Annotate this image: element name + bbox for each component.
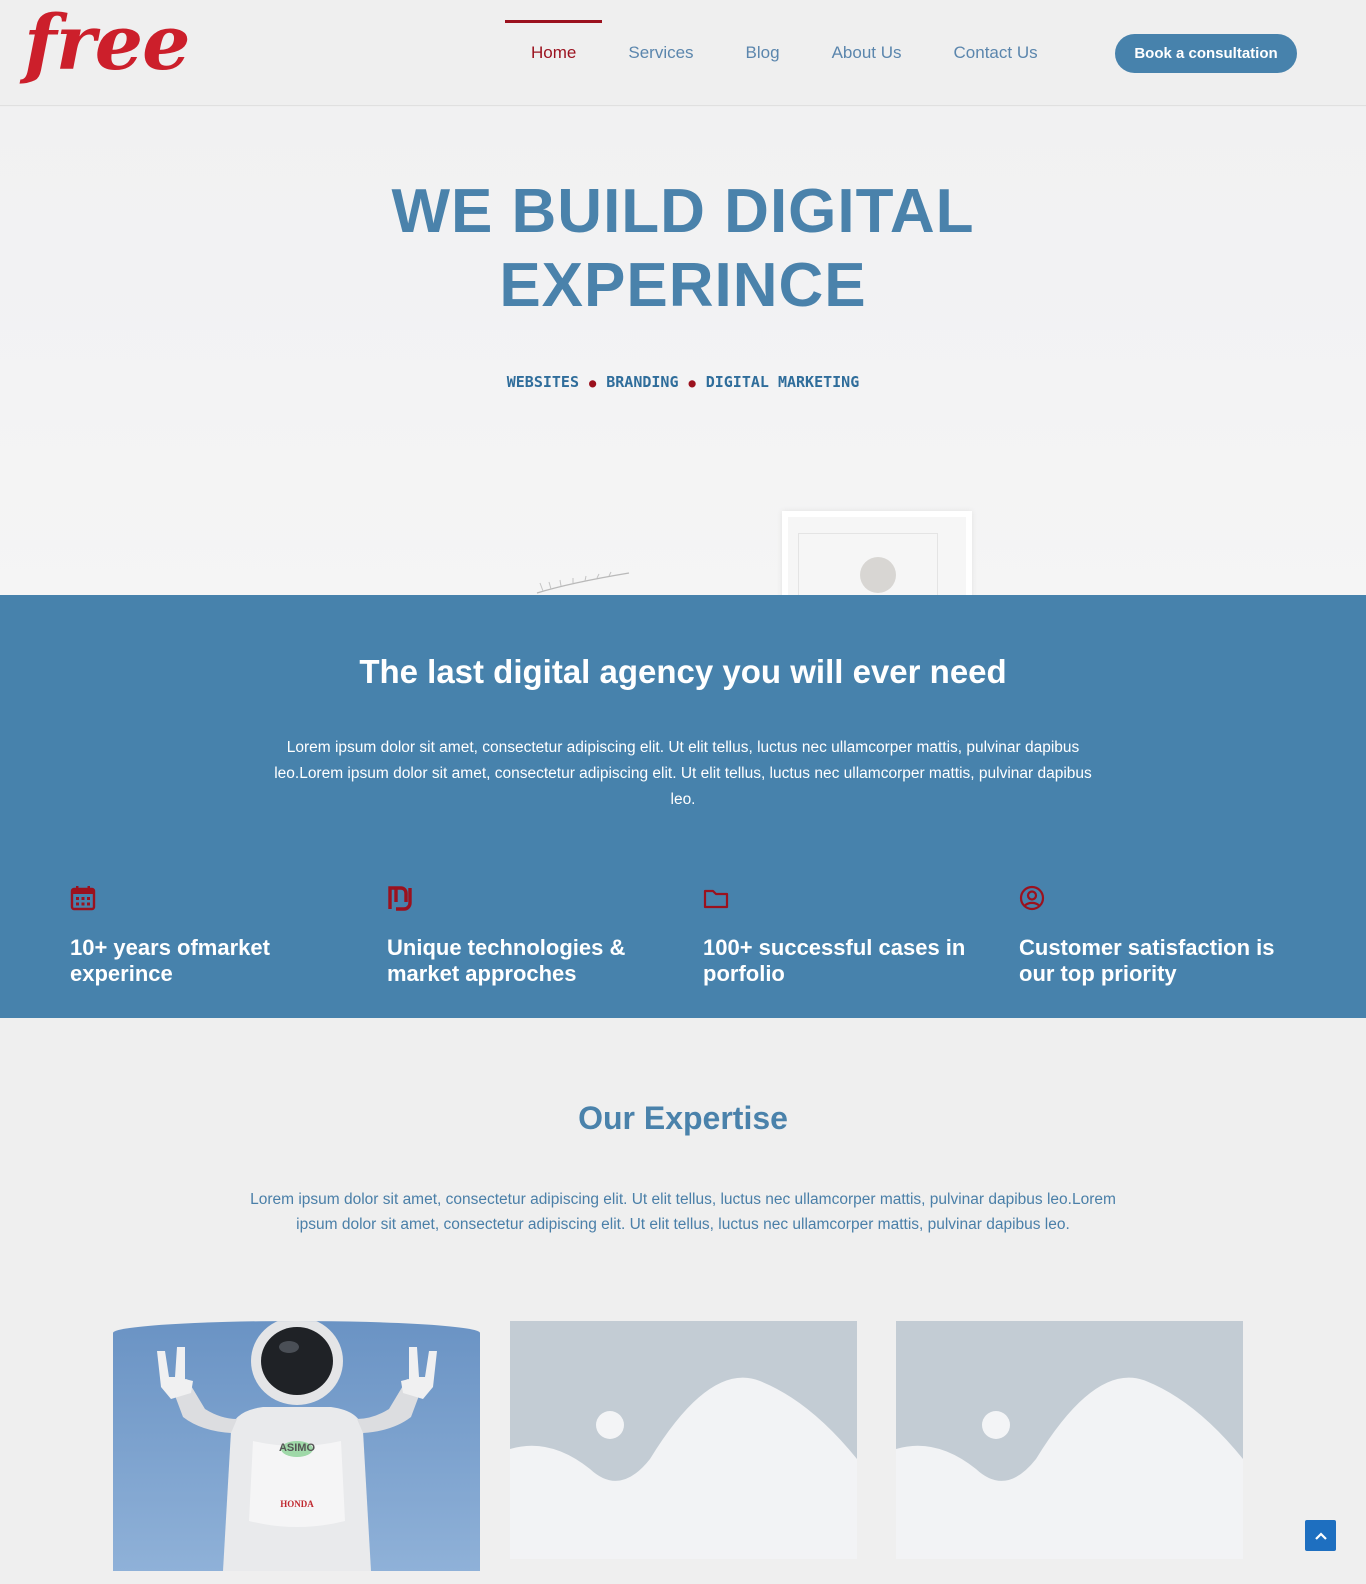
feature-technologies: Unique technologies & market approches bbox=[387, 885, 677, 987]
picture-frame-decoration bbox=[782, 511, 972, 595]
hero-section: WE BUILD DIGITAL EXPERINCE WEBSITES ● BRAN… bbox=[0, 107, 1366, 595]
agency-section: The last digital agency you will ever ne… bbox=[0, 595, 1366, 1018]
shekel-icon bbox=[388, 886, 412, 911]
nav-blog[interactable]: Blog bbox=[720, 0, 806, 106]
feature-title: 100+ successful cases in porfolio bbox=[703, 935, 966, 986]
robot-image: ASIMO HONDA bbox=[157, 1321, 437, 1571]
logo[interactable]: free bbox=[16, 0, 216, 92]
tag-digital-marketing: DIGITAL MARKETING bbox=[705, 373, 860, 391]
hero-tags: WEBSITES ● BRANDING ● DIGITAL MARKETING bbox=[0, 373, 1366, 391]
feature-title: 10+ years ofmarket experince bbox=[70, 935, 270, 986]
user-circle-icon bbox=[1019, 885, 1045, 911]
hero-title-line1: WE BUILD DIGITAL bbox=[391, 177, 975, 246]
tag-separator: ● bbox=[688, 376, 696, 390]
feature-satisfaction: Customer satisfaction is our top priorit… bbox=[1019, 885, 1309, 987]
scroll-to-top-button[interactable] bbox=[1305, 1520, 1336, 1551]
chevron-up-icon bbox=[1314, 1531, 1327, 1540]
main-nav: Home Services Blog About Us Contact Us bbox=[505, 0, 1064, 106]
hero-title: WE BUILD DIGITAL EXPERINCE bbox=[0, 175, 1366, 323]
site-header: free Home Services Blog About Us Contact… bbox=[0, 0, 1366, 106]
tag-branding: BRANDING bbox=[606, 373, 679, 391]
nav-services[interactable]: Services bbox=[602, 0, 719, 106]
plant-sprig-decoration bbox=[536, 571, 630, 594]
expertise-text: Lorem ipsum dolor sit amet, consectetur … bbox=[250, 1191, 1116, 1233]
book-consultation-button[interactable]: Book a consultation bbox=[1115, 34, 1297, 73]
hero-title-line2: EXPERINCE bbox=[499, 251, 867, 320]
image-placeholder-icon bbox=[896, 1321, 1243, 1559]
agency-text: Lorem ipsum dolor sit amet, consectetur … bbox=[274, 739, 1092, 808]
feature-title: Unique technologies & market approches bbox=[387, 935, 626, 986]
robot-label-honda: HONDA bbox=[280, 1499, 314, 1509]
tag-separator: ● bbox=[589, 376, 597, 390]
nav-home[interactable]: Home bbox=[505, 0, 603, 106]
logo-text: free bbox=[24, 0, 190, 87]
image-placeholder-icon bbox=[510, 1321, 857, 1559]
expertise-card-placeholder-2[interactable] bbox=[896, 1321, 1243, 1559]
folder-icon bbox=[703, 889, 729, 909]
feature-years: 10+ years ofmarket experince bbox=[70, 885, 360, 987]
tag-websites: WEBSITES bbox=[506, 373, 579, 391]
expertise-card-robot[interactable]: ASIMO HONDA bbox=[113, 1321, 480, 1571]
robot-label-asimo: ASIMO bbox=[279, 1442, 316, 1454]
expertise-card-placeholder-1[interactable] bbox=[510, 1321, 857, 1559]
agency-title: The last digital agency you will ever ne… bbox=[359, 653, 1007, 690]
feature-title: Customer satisfaction is our top priorit… bbox=[1019, 935, 1275, 986]
feature-cases: 100+ successful cases in porfolio bbox=[703, 885, 993, 987]
frame-circle bbox=[860, 557, 896, 593]
nav-contact-us[interactable]: Contact Us bbox=[928, 0, 1064, 106]
nav-about-us[interactable]: About Us bbox=[806, 0, 928, 106]
calendar-icon bbox=[70, 886, 96, 911]
expertise-title: Our Expertise bbox=[578, 1100, 788, 1136]
